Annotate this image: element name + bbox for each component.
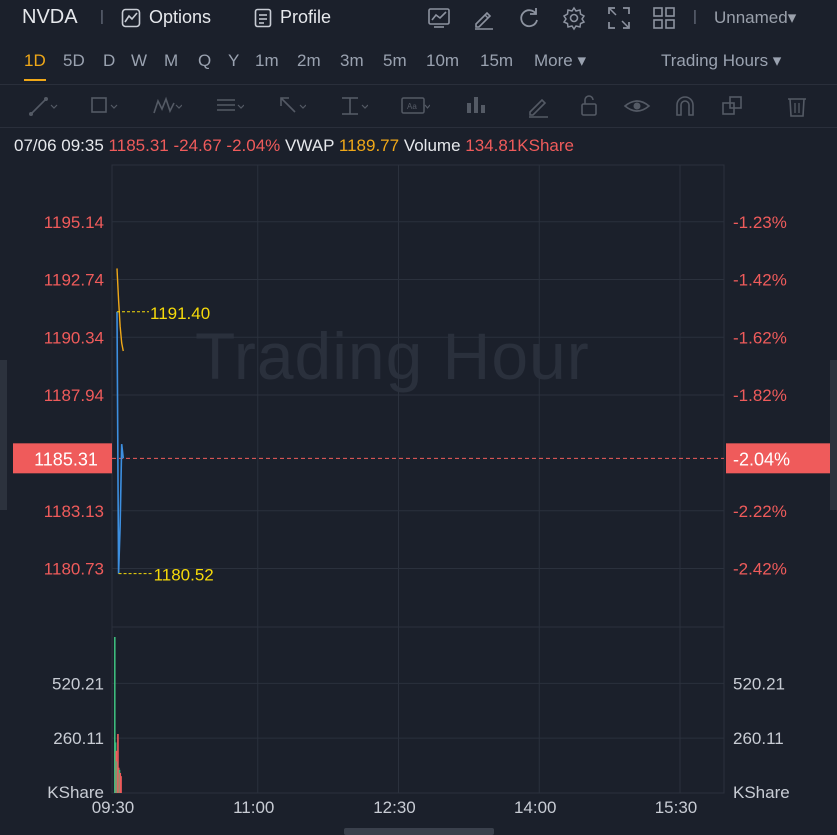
pattern-tool-icon[interactable]: [152, 93, 183, 119]
quote-change-pct: -2.04%: [226, 136, 281, 155]
price-tick-label: 1180.73: [44, 560, 104, 579]
options-label: Options: [149, 7, 212, 27]
vwap-value: 1189.77: [338, 136, 400, 155]
current-pct-label: -2.04%: [733, 449, 790, 469]
volume-bar: [120, 776, 122, 793]
tf-5d[interactable]: 5D: [63, 51, 85, 71]
x-tick-label: 14:00: [514, 798, 557, 817]
tf-q[interactable]: Q: [198, 51, 211, 71]
profile-label: Profile: [280, 7, 332, 27]
price-tick-label: 1195.14: [44, 213, 104, 232]
pen-icon[interactable]: [524, 93, 554, 119]
left-collapse-handle[interactable]: [0, 360, 7, 510]
tf-more-dropdown[interactable]: More ▾: [534, 51, 586, 71]
tf-3m[interactable]: 3m: [340, 51, 364, 71]
vwap-label: VWAP: [285, 136, 335, 155]
price-line: [116, 311, 125, 574]
trash-icon[interactable]: [782, 93, 812, 119]
volume-tick-label-right: 260.11: [733, 729, 784, 748]
price-tick-label: 1183.13: [44, 502, 104, 521]
horizontal-scrollbar[interactable]: [344, 828, 494, 835]
price-tick-label: 1187.94: [44, 386, 104, 405]
volume-tick-label: 260.11: [53, 729, 104, 748]
fib-tool-icon[interactable]: [214, 93, 245, 119]
low-marker-label: 1180.52: [154, 566, 214, 585]
settings-icon[interactable]: [561, 5, 587, 31]
volume-unit-label: KShare: [47, 783, 104, 802]
plot-frame: [111, 164, 725, 794]
magnet-icon[interactable]: [670, 93, 700, 119]
lock-icon[interactable]: [574, 93, 604, 119]
tf-y[interactable]: Y: [228, 51, 239, 71]
tf-d[interactable]: D: [103, 51, 115, 71]
volume-tick-label: 520.21: [52, 674, 104, 693]
quote-info-bar: 07/06 09:35 1185.31 -24.67 -2.04% VWAP 1…: [14, 136, 574, 156]
price-chart[interactable]: 09:30 11:00 12:30 14:00 15:301195.14 -1.23%11…: [0, 160, 837, 828]
pct-tick-label: -1.62%: [733, 328, 787, 347]
options-button[interactable]: Options: [121, 7, 211, 28]
measure-tool-icon[interactable]: [338, 93, 369, 119]
trading-hours-dropdown[interactable]: Trading Hours ▾: [661, 51, 781, 71]
x-tick-label: 12:30: [373, 798, 416, 817]
profile-button[interactable]: Profile: [254, 7, 331, 28]
line-tool-icon[interactable]: [28, 93, 58, 119]
separator: |: [100, 8, 104, 25]
volume-tick-label-right: 520.21: [733, 674, 785, 693]
layers-icon[interactable]: [718, 93, 748, 119]
right-collapse-handle[interactable]: [830, 360, 837, 510]
volume-label: Volume: [403, 136, 461, 155]
high-marker-label: 1191.40: [150, 304, 210, 323]
volume-unit-label-right: KShare: [733, 783, 790, 802]
symbol-label[interactable]: NVDA: [22, 6, 78, 29]
pct-tick-label: -2.22%: [733, 502, 787, 521]
refresh-icon[interactable]: [516, 5, 542, 31]
price-tick-label: 1190.34: [44, 328, 104, 347]
tf-5m[interactable]: 5m: [383, 51, 407, 71]
separator-2: |: [693, 8, 697, 25]
rectangle-tool-icon[interactable]: [88, 93, 118, 119]
quote-price: 1185.31: [108, 136, 169, 155]
tf-2m[interactable]: 2m: [297, 51, 321, 71]
profile-icon: [254, 8, 272, 27]
compare-icon[interactable]: [426, 5, 452, 31]
eye-icon[interactable]: [622, 93, 652, 119]
pct-tick-label: -1.42%: [733, 271, 787, 290]
layout-name-dropdown[interactable]: Unnamed▾: [714, 8, 796, 28]
price-tick-label: 1192.74: [44, 271, 104, 290]
svg-text:Aa: Aa: [407, 102, 417, 111]
top-bar: NVDA | Options Profile | Unnamed▾: [0, 0, 837, 38]
drawing-toolbar: Aa: [0, 85, 837, 128]
grid-icon[interactable]: [651, 5, 677, 31]
tf-10m[interactable]: 10m: [426, 51, 459, 71]
tf-1d[interactable]: 1D: [24, 51, 46, 81]
quote-change: -24.67: [173, 136, 222, 155]
pct-tick-label: -1.82%: [733, 386, 787, 405]
text-tool-icon[interactable]: Aa: [400, 93, 431, 119]
bars-tool-icon[interactable]: [462, 93, 492, 119]
options-icon: [121, 8, 141, 27]
pct-tick-label: -1.23%: [733, 213, 787, 232]
pct-tick-label: -2.42%: [733, 560, 787, 579]
volume-value: 134.81KShare: [465, 136, 574, 155]
tf-15m[interactable]: 15m: [480, 51, 513, 71]
tf-w[interactable]: W: [131, 51, 147, 71]
quote-datetime: 07/06 09:35: [14, 136, 104, 155]
x-tick-label: 15:30: [655, 798, 698, 817]
current-price-label: 1185.31: [34, 449, 98, 469]
x-tick-label: 11:00: [233, 798, 274, 817]
fullscreen-icon[interactable]: [606, 5, 632, 31]
tf-m[interactable]: M: [164, 51, 178, 71]
arrow-tool-icon[interactable]: [276, 93, 307, 119]
tf-1m[interactable]: 1m: [255, 51, 279, 71]
timeframe-bar: 1D 5D D W M Q Y 1m 2m 3m 5m 10m 15m More…: [0, 38, 837, 85]
edit-icon[interactable]: [471, 5, 497, 31]
